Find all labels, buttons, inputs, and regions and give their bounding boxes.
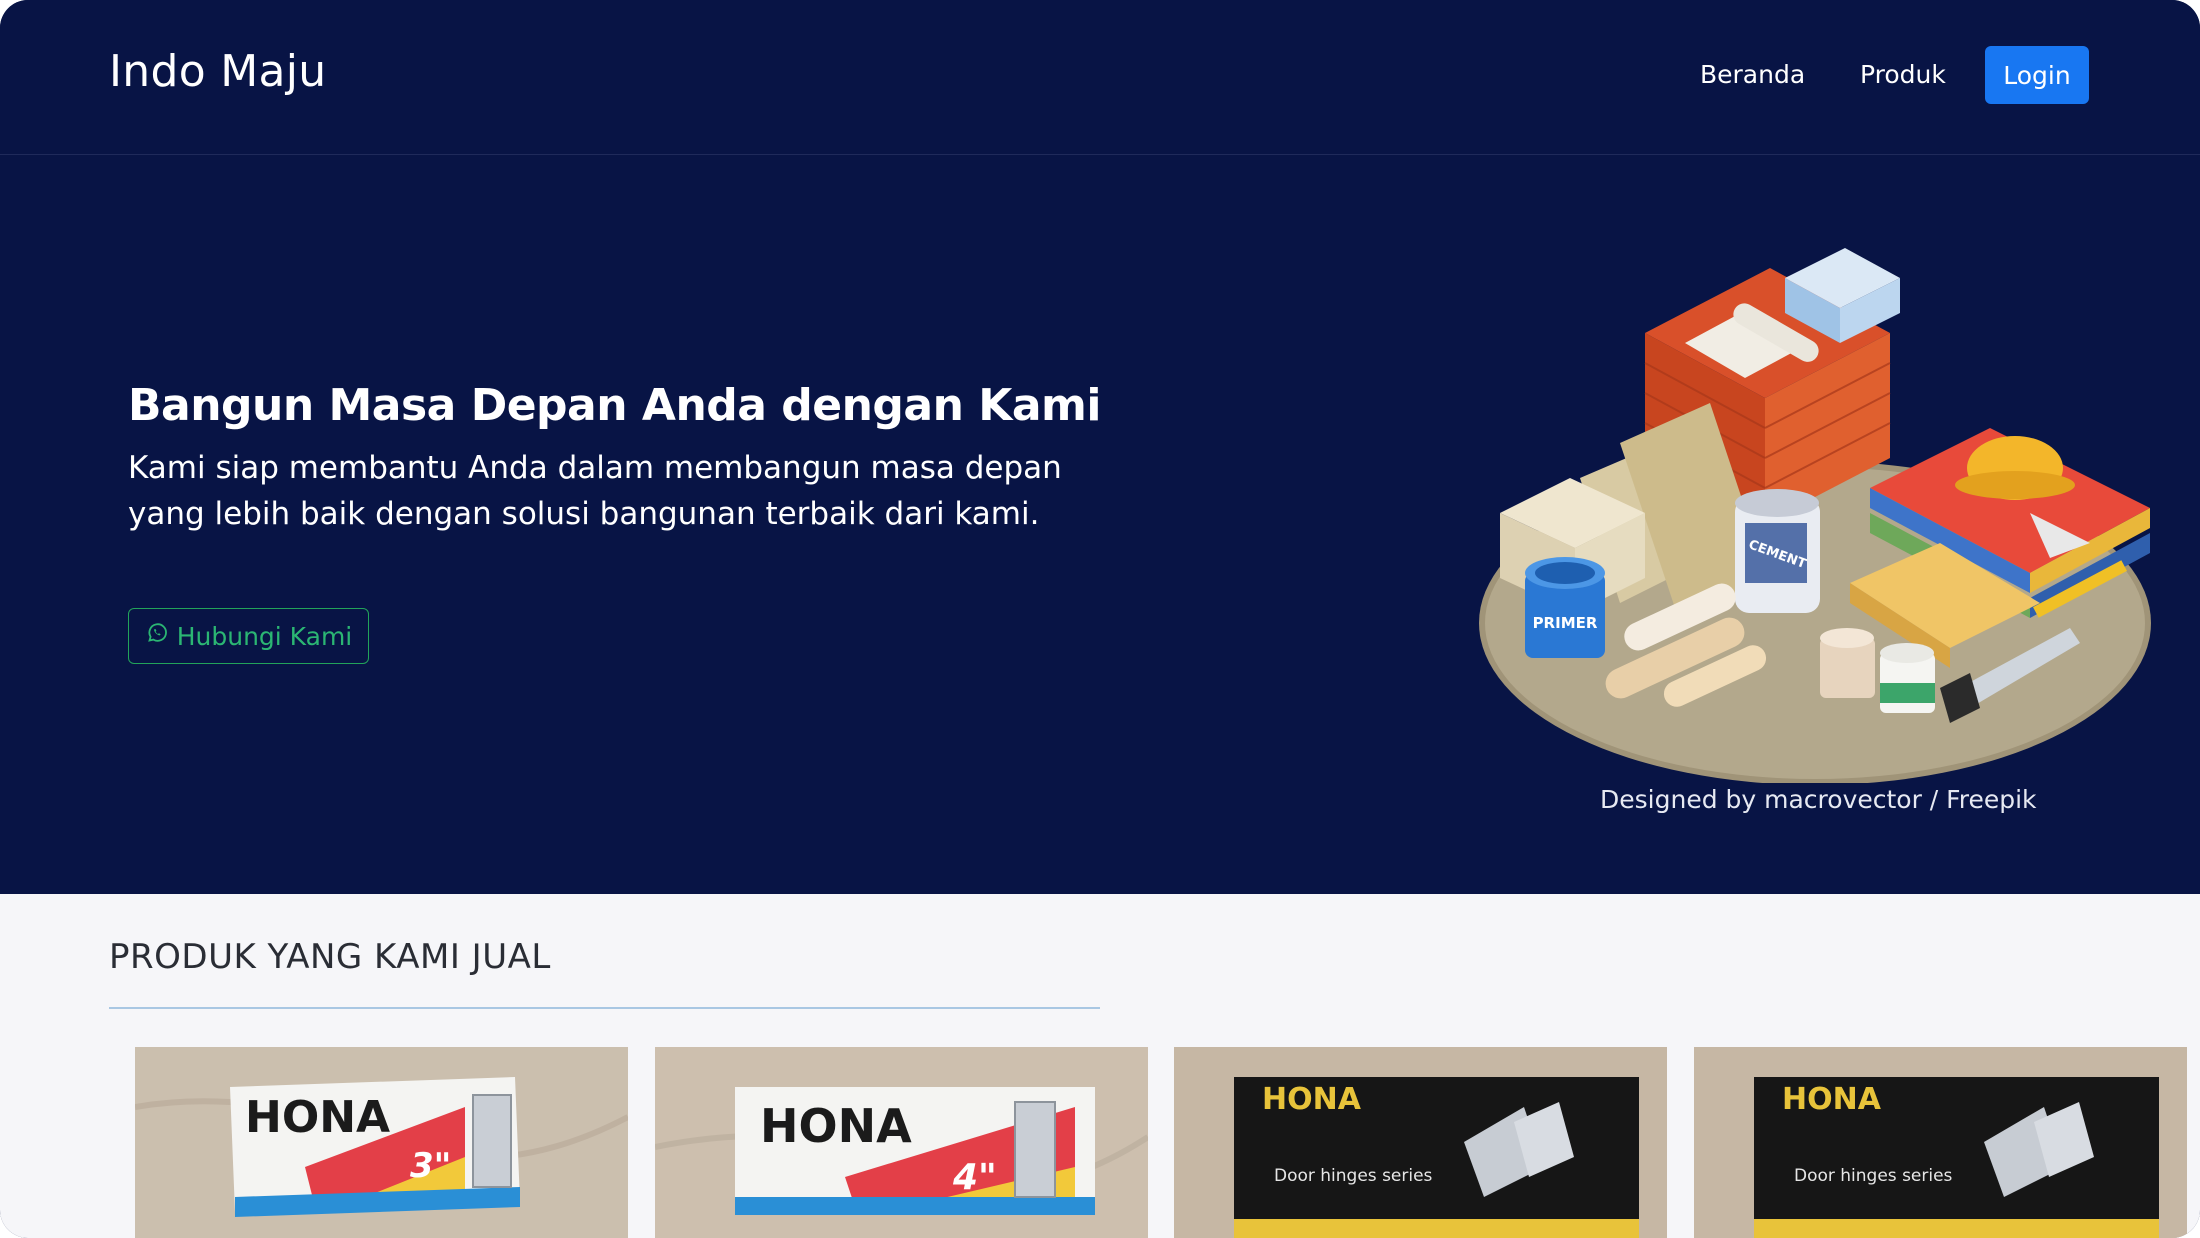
- nav-link-beranda[interactable]: Beranda: [1700, 60, 1805, 89]
- products-section-title: PRODUK YANG KAMI JUAL: [109, 937, 551, 977]
- product-3-brand: HONA: [1262, 1082, 1362, 1117]
- product-2-brand: HONA: [760, 1099, 912, 1153]
- construction-materials-illustration: CEMENT PRIMER: [1470, 223, 2160, 785]
- hero-description: Kami siap membantu Anda dalam membangun …: [128, 450, 1062, 532]
- product-4-series: Door hinges series: [1794, 1166, 1953, 1186]
- nav-link-produk[interactable]: Produk: [1860, 60, 1946, 89]
- product-2-size: 4": [952, 1157, 997, 1198]
- product-3-series: Door hinges series: [1274, 1166, 1433, 1186]
- whatsapp-icon: [145, 621, 169, 651]
- section-divider: [109, 1007, 1100, 1009]
- app-window: Indo Maju Beranda Produk Login Bangun Ma…: [0, 0, 2200, 1238]
- product-card-2[interactable]: HONA 4": [655, 1047, 1148, 1238]
- primer-label: PRIMER: [1533, 614, 1598, 632]
- product-image-1: HONA 3": [135, 1047, 628, 1238]
- contact-us-label: Hubungi Kami: [176, 621, 353, 651]
- illustration-credit: Designed by macrovector / Freepik: [1600, 785, 2037, 814]
- hero-title: Bangun Masa Depan Anda dengan Kami: [128, 380, 1101, 431]
- product-card-4[interactable]: HONA Door hinges series: [1694, 1047, 2187, 1238]
- hero-section: Bangun Masa Depan Anda dengan Kami Kami …: [0, 155, 2200, 894]
- product-image-2: HONA 4": [655, 1047, 1148, 1238]
- product-image-4: HONA Door hinges series: [1694, 1047, 2187, 1238]
- brand-logo-text[interactable]: Indo Maju: [109, 46, 326, 97]
- product-1-size: 3": [410, 1146, 451, 1186]
- login-button[interactable]: Login: [1985, 46, 2089, 104]
- products-section: PRODUK YANG KAMI JUAL HONA 3" HONA 4" HO…: [0, 894, 2200, 1238]
- navbar: Indo Maju Beranda Produk Login: [0, 0, 2200, 155]
- product-card-3[interactable]: HONA Door hinges series: [1174, 1047, 1667, 1238]
- product-1-brand: HONA: [245, 1092, 390, 1143]
- product-image-3: HONA Door hinges series: [1174, 1047, 1667, 1238]
- product-card-1[interactable]: HONA 3": [135, 1047, 628, 1238]
- contact-us-button[interactable]: Hubungi Kami: [128, 608, 369, 664]
- product-4-brand: HONA: [1782, 1082, 1882, 1117]
